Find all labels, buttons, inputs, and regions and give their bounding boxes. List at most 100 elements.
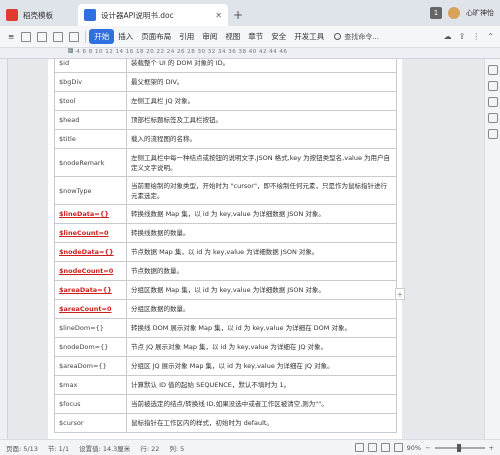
column-indicator: 列: 5 [169,444,185,453]
page-view-icon[interactable] [367,443,377,452]
style-icon[interactable] [487,81,498,91]
property-description: 顶部栏标题标签及工具栏按钮。 [126,110,397,130]
table-row: $nodeDom={} 节点 JQ 展示对象 Map 集，以 id 为 key,v… [54,337,397,357]
command-search[interactable]: 查找命令... [334,32,379,42]
property-description: 左侧工具栏中每一种结点或按钮的说明文字,JSON 格式,key 为按钮类型名,v… [126,148,397,177]
table-row: $title 载入的流程图的名称。 [54,129,397,149]
property-description: 转换线 DOM 展示对象 Map 集，以 id 为 key,value 为详细在… [126,318,397,338]
table-row: $lineDom={} 转换线 DOM 展示对象 Map 集，以 id 为 key… [54,318,397,338]
ruler-numbers: 2 4 6 8 10 12 14 16 18 20 22 24 26 28 30… [70,49,288,55]
menu-item-page-layout[interactable]: 页面布局 [137,31,175,42]
web-view-icon[interactable] [380,443,390,452]
share-icon[interactable]: ⇪ [459,32,466,41]
document-area[interactable]: $id 装载整个 UI 的 DOM 对象的 ID。 $bgDiv 最父框架的 DIV。… [0,59,484,439]
property-name: $areaDom={} [54,356,127,376]
search-label: 查找命令... [344,32,379,41]
page-indicator[interactable]: 页面: 5/13 [6,443,38,453]
table-row: $nodeCount=0 节点数据的数量。 [54,261,397,281]
username[interactable]: 心旷神怡 [466,8,494,18]
close-icon[interactable]: ✕ [215,11,222,20]
save-icon[interactable] [21,31,32,42]
new-tab-button[interactable]: + [228,4,248,26]
add-row-button[interactable]: + [395,288,405,300]
cloud-icon[interactable]: ☁ [444,32,452,41]
property-description: 节点数据 Map 集，以 id 为 key,value 为详细数据 JSON 对… [126,242,397,262]
row-indicator: 行: 22 [140,444,160,453]
property-name: $areaData={} [54,280,127,300]
titlebar-right: 1 心旷神怡 [430,0,500,26]
zoom-level[interactable]: 90% [407,444,421,452]
status-bar: 页面: 5/13 节: 1/1 设置值: 14.3厘米 行: 22 列: 5 9… [0,439,500,455]
status-right: 90% − + [354,443,500,452]
table-row: $focus 当前被选定的结点/转换线 ID,如果没选中或者工作区被清空,则为""… [54,394,397,414]
tab-document[interactable]: 设计器API说明书.doc ✕ [78,4,228,26]
table-row: $id 装载整个 UI 的 DOM 对象的 ID。 [54,59,397,73]
property-name: $lineData={} [54,204,127,224]
section-indicator[interactable]: 节: 1/1 [48,443,69,453]
menu-item-security[interactable]: 安全 [267,31,290,42]
title-bar: 稻壳模板 设计器API说明书.doc ✕ + 1 心旷神怡 [0,0,500,26]
avatar[interactable] [448,7,460,19]
property-icon[interactable] [487,113,498,123]
property-name: $max [54,375,127,395]
vertical-ruler [0,59,8,439]
table-row: $areaDom={} 分组区 JQ 展示对象 Map 集，以 id 为 key,… [54,356,397,376]
search-icon [334,33,342,40]
menu-icon[interactable]: ≡ [4,32,18,41]
more-icon[interactable]: ⋮ [472,32,480,41]
property-table: $id 装载整个 UI 的 DOM 对象的 ID。 $bgDiv 最父框架的 DIV。… [54,59,397,433]
undo-icon[interactable] [53,31,64,42]
property-description: 当前被选定的结点/转换线 ID,如果没选中或者工作区被清空,则为""。 [126,394,397,414]
menu-bar: ≡ 开始 插入 页面布局 引用 审阅 视图 章节 安全 开发工具 查找命令...… [0,26,500,48]
print-icon[interactable] [37,31,48,42]
property-name: $areaCount=0 [54,299,127,319]
read-view-icon[interactable] [393,443,403,452]
menu-item-view[interactable]: 视图 [221,31,244,42]
property-name: $lineDom={} [54,318,127,338]
property-name: $cursor [54,413,127,433]
property-description: 最父框架的 DIV。 [126,72,397,92]
window-count-badge[interactable]: 1 [430,7,442,19]
menu-item-home[interactable]: 开始 [89,29,115,44]
property-description: 转换线数据 Map 集，以 id 为 key,value 为详细数据 JSON … [126,204,397,224]
property-description: 装载整个 UI 的 DOM 对象的 ID。 [126,59,397,73]
menu-item-section[interactable]: 章节 [244,31,267,42]
property-name: $focus [54,394,127,414]
word-doc-icon [84,9,96,21]
tab-docer[interactable]: 稻壳模板 [0,4,78,26]
redo-icon[interactable] [69,31,80,42]
property-name: $head [54,110,127,130]
table-row: $areaData={} 分组区数据 Map 集，以 id 为 key,value… [54,280,397,300]
property-description: 左侧工具栏 JQ 对象。 [126,91,397,111]
property-name: $title [54,129,127,149]
property-description: 分组区 JQ 展示对象 Map 集，以 id 为 key,value 为详细在 … [126,356,397,376]
tab-label: 稻壳模板 [23,10,53,20]
horizontal-ruler[interactable]: 2 4 6 8 10 12 14 16 18 20 22 24 26 28 30… [0,48,500,59]
table-row: $head 顶部栏标题标签及工具栏按钮。 [54,110,397,130]
table-row: $max 计算默认 ID 值的起始 SEQUENCE，默认不填时为 1。 [54,375,397,395]
zoom-out-icon[interactable]: − [425,444,430,452]
menu-item-review[interactable]: 审阅 [198,31,221,42]
property-name: $nodeRemark [54,148,127,177]
property-name: $lineCount=0 [54,223,127,243]
zoom-in-icon[interactable]: + [489,444,494,452]
document-page[interactable]: $id 装载整个 UI 的 DOM 对象的 ID。 $bgDiv 最父框架的 DIV。… [48,59,402,439]
menu-item-insert[interactable]: 插入 [114,31,137,42]
property-description: 载入的流程图的名称。 [126,129,397,149]
table-row: $nodeData={} 节点数据 Map 集，以 id 为 key,value … [54,242,397,262]
menu-right-tools: ☁ ⇪ ⋮ ⌃ [444,32,500,41]
menu-item-references[interactable]: 引用 [175,31,198,42]
view-mode-icon[interactable] [354,443,364,452]
scroll-up-icon[interactable] [487,65,498,75]
property-description: 当前要绘制的对象类型，开始时为 "cursor"，即不绘制任何元素，只是作为鼠标… [126,176,397,205]
select-icon[interactable] [487,97,498,107]
menu-item-developer[interactable]: 开发工具 [290,31,328,42]
zoom-slider-thumb[interactable] [456,443,461,452]
property-description: 转换线数据的数量。 [126,223,397,243]
zoom-slider[interactable] [434,443,485,452]
property-name: $nowType [54,176,127,205]
help-icon[interactable] [487,129,498,139]
property-name: $id [54,59,127,73]
collapse-icon[interactable]: ⌃ [487,32,494,41]
set-value-indicator[interactable]: 设置值: 14.3厘米 [79,443,130,453]
